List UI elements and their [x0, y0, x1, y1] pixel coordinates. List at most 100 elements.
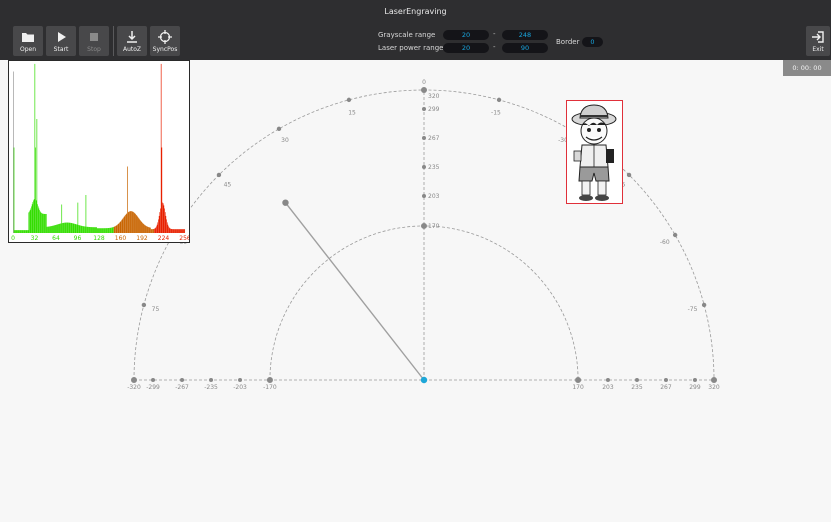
exit-icon: [812, 31, 824, 43]
histogram-bar: [88, 226, 89, 233]
histogram-tick-label: 192: [136, 235, 148, 242]
histogram-bar: [39, 211, 41, 233]
histogram-bar: [116, 225, 118, 233]
left-scale-label: -299: [146, 384, 160, 391]
histogram-bar: [122, 218, 124, 233]
histogram-bar: [28, 212, 30, 233]
histogram-bar: [64, 222, 66, 233]
border-input[interactable]: 0: [582, 37, 603, 47]
histogram-bar: [143, 224, 145, 233]
power-range-separator: -: [493, 43, 496, 51]
power-range-label: Laser power range: [378, 44, 444, 52]
vertical-scale-label: 267: [428, 135, 440, 142]
histogram-bar: [30, 208, 32, 233]
power-min-input[interactable]: 20: [443, 43, 489, 53]
histogram-bar: [131, 211, 132, 233]
histogram-bar: [162, 202, 163, 233]
histogram-bar: [84, 226, 86, 233]
angle-label: 45: [224, 181, 232, 188]
histogram-bar: [137, 217, 139, 233]
luffy-image[interactable]: [566, 100, 623, 204]
grayscale-min-input[interactable]: 20: [443, 30, 489, 40]
histogram-bar: [108, 228, 110, 233]
histogram-bar: [26, 230, 28, 233]
histogram-bar: [69, 222, 71, 233]
histogram-bar: [62, 222, 64, 233]
histogram-bar: [39, 210, 40, 233]
histogram-bar: [180, 229, 181, 233]
right-scale-tick: [634, 378, 639, 382]
histogram-bar: [21, 230, 23, 233]
histogram-bar: [103, 228, 104, 233]
histogram-bar: [90, 227, 92, 233]
histogram-bar: [146, 226, 147, 233]
histogram-bar: [182, 229, 184, 233]
histogram-bar: [166, 219, 167, 233]
angle-tick: [276, 126, 282, 132]
histogram-bar: [70, 222, 72, 233]
histogram-bar: [117, 224, 118, 233]
grayscale-max-input[interactable]: 248: [502, 30, 548, 40]
vertical-scale-tick: [422, 194, 426, 199]
histogram-bar: [129, 211, 131, 233]
histogram-bar: [178, 229, 179, 233]
right-scale-label: 267: [660, 384, 672, 391]
histogram-bar: [64, 222, 65, 233]
histogram-bar: [180, 229, 182, 233]
histogram-bar: [16, 230, 18, 233]
left-scale-label: -267: [175, 384, 189, 391]
autoz-button[interactable]: AutoZ: [117, 26, 147, 56]
open-button[interactable]: Open: [13, 26, 43, 56]
histogram-bar: [76, 224, 78, 233]
histogram-bar: [99, 228, 100, 233]
histogram-bar: [146, 226, 148, 233]
histogram-bar: [131, 211, 133, 233]
histogram-bar: [150, 227, 151, 233]
histogram-bar: [175, 229, 177, 233]
histogram-bar: [90, 227, 91, 233]
histogram-bar: [79, 225, 81, 233]
autoz-button-label: AutoZ: [122, 46, 142, 53]
histogram-bar: [60, 223, 62, 233]
histogram-bar: [137, 216, 138, 233]
histogram-bar: [160, 208, 161, 233]
start-button[interactable]: Start: [46, 26, 76, 56]
grayscale-histogram: 0 32 64 96 128 160 192 224 256: [8, 60, 191, 243]
histogram-bar: [138, 218, 140, 233]
histogram-bar: [158, 219, 159, 233]
histogram-bar: [56, 224, 58, 233]
histogram-bar: [80, 225, 82, 233]
angle-tick: [701, 302, 707, 308]
histogram-bar: [152, 229, 154, 233]
histogram-bar: [86, 226, 88, 233]
power-max-input[interactable]: 90: [502, 43, 548, 53]
histogram-bar: [182, 229, 184, 233]
histogram-bar: [133, 212, 134, 233]
exit-button[interactable]: Exit: [806, 26, 830, 56]
syncpos-button[interactable]: SyncPos: [150, 26, 180, 56]
histogram-bar: [61, 204, 63, 233]
histogram-bar: [107, 228, 108, 233]
right-scale-tick: [575, 377, 582, 383]
histogram-bar: [40, 212, 42, 233]
histogram-bar: [113, 227, 114, 233]
histogram-tick-label: 0: [11, 235, 15, 242]
histogram-bar: [56, 224, 57, 233]
histogram-bar: [139, 219, 141, 233]
histogram-bar: [53, 225, 55, 233]
histogram-bar: [24, 230, 26, 233]
histogram-bar: [141, 221, 143, 233]
histogram-bar: [36, 119, 38, 233]
histogram-bar: [154, 228, 155, 233]
left-scale-label: -170: [263, 384, 277, 391]
histogram-bar: [181, 229, 183, 233]
histogram-bar: [49, 226, 51, 233]
histogram-bar: [51, 226, 52, 233]
histogram-bar: [144, 225, 146, 233]
histogram-bar: [163, 205, 165, 233]
histogram-bar: [23, 230, 24, 233]
right-scale-tick: [663, 378, 668, 382]
histogram-tick-label: 128: [93, 235, 105, 242]
histogram-bar: [43, 213, 45, 233]
stop-button[interactable]: Stop: [79, 26, 109, 56]
